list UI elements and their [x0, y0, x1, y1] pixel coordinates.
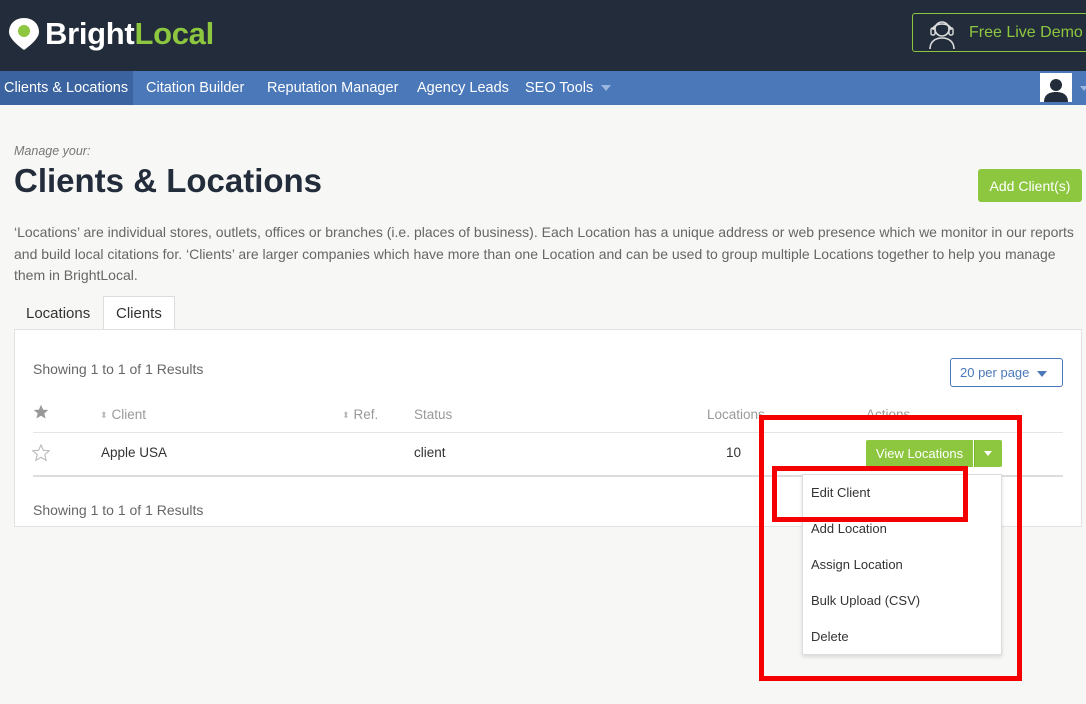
nav-item-seo-tools[interactable]: SEO Tools	[525, 71, 612, 105]
logo-text-bright: Bright	[45, 16, 135, 51]
annotation-highlight-edit-client	[772, 466, 968, 522]
locations-column-header: Locations	[707, 407, 765, 422]
per-page-value: 20 per page	[960, 365, 1030, 380]
nav-item-citation-builder[interactable]: Citation Builder	[146, 71, 244, 105]
ref-column-header[interactable]: ⬍ Ref.	[342, 407, 378, 422]
page-description: ‘Locations’ are individual stores, outle…	[14, 224, 1074, 283]
client-column-label: Client	[111, 407, 147, 422]
favorite-toggle[interactable]	[31, 443, 51, 465]
main-nav: Clients & Locations Citation Builder Rep…	[0, 71, 1086, 105]
client-column-header[interactable]: ⬍ Client	[100, 407, 146, 422]
free-live-demo-label: Free Live Demo	[969, 23, 1083, 41]
user-avatar[interactable]	[1040, 73, 1072, 102]
logo-text-local: Local	[134, 16, 214, 51]
nav-item-clients-locations[interactable]: Clients & Locations	[0, 71, 133, 105]
add-clients-button[interactable]: Add Client(s)	[978, 169, 1082, 202]
status-cell: client	[414, 445, 446, 460]
top-header: BrightLocal Free Live Demo	[0, 0, 1086, 71]
manage-your-label: Manage your:	[14, 144, 91, 158]
chevron-down-icon	[601, 85, 612, 92]
locations-count-cell: 10	[726, 445, 742, 460]
user-icon	[1044, 79, 1068, 102]
client-name-cell[interactable]: Apple USA	[101, 445, 167, 460]
brightlocal-logo[interactable]: BrightLocal	[7, 14, 214, 54]
page-title: Clients & Locations	[14, 162, 323, 199]
map-pin-icon	[9, 18, 39, 50]
favorite-column-header[interactable]	[33, 404, 49, 423]
tab-locations[interactable]: Locations	[14, 297, 102, 330]
star-icon	[33, 404, 49, 419]
headset-icon	[929, 20, 955, 49]
per-page-select[interactable]: 20 per page	[950, 358, 1063, 387]
results-summary-top: Showing 1 to 1 of 1 Results	[33, 361, 204, 377]
star-outline-icon	[31, 443, 51, 462]
sort-icon: ⬍	[342, 410, 350, 420]
user-menu-chevron-icon[interactable]	[1080, 86, 1086, 91]
chevron-down-icon	[1037, 371, 1047, 377]
ref-column-label: Ref.	[353, 407, 379, 422]
nav-item-agency-leads[interactable]: Agency Leads	[417, 71, 509, 105]
free-live-demo-button[interactable]: Free Live Demo	[912, 13, 1086, 52]
nav-item-seo-tools-label: SEO Tools	[525, 80, 594, 96]
results-summary-bottom: Showing 1 to 1 of 1 Results	[33, 502, 204, 518]
nav-item-reputation-manager[interactable]: Reputation Manager	[267, 71, 398, 105]
annotation-highlight-menu	[759, 415, 1022, 681]
sort-icon: ⬍	[100, 410, 108, 420]
status-column-header: Status	[414, 407, 453, 422]
tab-clients[interactable]: Clients	[103, 296, 175, 330]
